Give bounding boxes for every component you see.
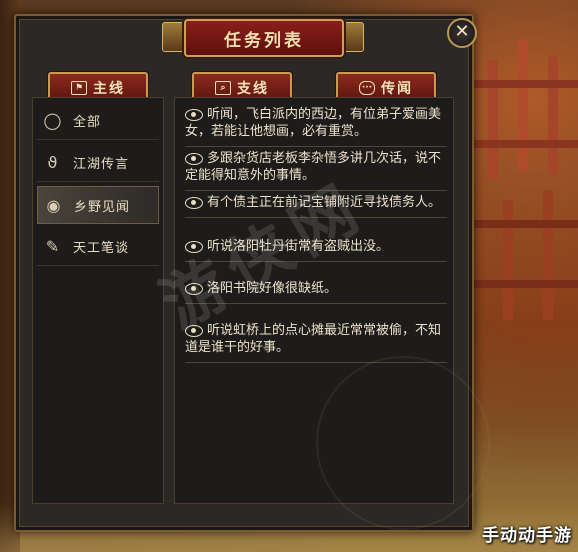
title-ornament-left xyxy=(162,22,186,52)
rumor-text: 听说虹桥上的点心摊最近常常被偷，不知道是谁干的好事。 xyxy=(185,323,442,355)
tab-label: 主线 xyxy=(93,81,125,97)
chat-bubble-icon: ◯ xyxy=(43,111,63,130)
title-plate: 任务列表 xyxy=(184,19,344,57)
tab-label: 支线 xyxy=(237,81,269,97)
category-item-all[interactable]: ◯ 全部 xyxy=(37,102,159,140)
rumor-text: 听说洛阳牡丹街常有盗贼出没。 xyxy=(207,239,390,254)
eye-icon xyxy=(185,240,203,253)
close-button[interactable]: ✕ xyxy=(447,18,477,48)
eye-icon xyxy=(185,152,203,165)
list-item[interactable]: 有个债主正在前记宝铺附近寻找债务人。 xyxy=(185,194,447,218)
brush-icon: ✎ xyxy=(45,237,61,256)
eye-icon xyxy=(185,108,203,121)
category-item-jianghu[interactable]: ϑ 江湖传言 xyxy=(37,144,159,182)
category-item-tiangong[interactable]: ✎ 天工笔谈 xyxy=(37,228,159,266)
quest-panel: 任务列表 ⚑ 主线 ⌕ 支线 ··· 传闻 ◯ 全部 ϑ 江湖传言 ◉ 乡野见闻… xyxy=(14,14,490,532)
flag-icon: ⚑ xyxy=(71,81,87,95)
category-label: 全部 xyxy=(73,115,102,130)
list-item[interactable]: 多跟杂货店老板李杂悟多讲几次话，说不定能得知意外的事情。 xyxy=(185,150,447,191)
tab-label: 传闻 xyxy=(381,81,413,97)
list-item[interactable]: 听闻，飞白派内的西边，有位弟子爱画美女，若能让他想画，必有重赏。 xyxy=(185,106,447,147)
category-label: 天工笔谈 xyxy=(73,241,130,256)
corner-logo: 手动动手游 xyxy=(482,526,572,546)
category-item-countryside[interactable]: ◉ 乡野见闻 xyxy=(37,186,159,224)
list-item[interactable]: 听说洛阳牡丹街常有盗贼出没。 xyxy=(185,238,447,262)
ear-icon: ϑ xyxy=(47,153,59,172)
rumor-text: 有个债主正在前记宝铺附近寻找债务人。 xyxy=(207,195,442,210)
category-label: 乡野见闻 xyxy=(74,199,131,215)
eye-icon xyxy=(185,196,203,209)
rumor-text: 多跟杂货店老板李杂悟多讲几次话，说不定能得知意外的事情。 xyxy=(185,151,442,183)
speech-icon: ··· xyxy=(359,81,375,95)
eye-icon: ◉ xyxy=(46,195,62,215)
category-list: ◯ 全部 ϑ 江湖传言 ◉ 乡野见闻 ✎ 天工笔谈 xyxy=(32,97,164,504)
rumor-text: 听闻，飞白派内的西边，有位弟子爱画美女，若能让他想画，必有重赏。 xyxy=(185,107,442,139)
panel-title: 任务列表 xyxy=(224,30,304,51)
search-icon: ⌕ xyxy=(215,81,231,95)
eye-icon xyxy=(185,324,203,337)
eye-icon xyxy=(185,282,203,295)
list-item[interactable]: 听说虹桥上的点心摊最近常常被偷，不知道是谁干的好事。 xyxy=(185,322,447,363)
rumor-text: 洛阳书院好像很缺纸。 xyxy=(207,281,338,296)
category-label: 江湖传言 xyxy=(73,157,130,172)
rumor-list: 听闻，飞白派内的西边，有位弟子爱画美女，若能让他想画，必有重赏。 多跟杂货店老板… xyxy=(174,97,454,504)
list-item[interactable]: 洛阳书院好像很缺纸。 xyxy=(185,280,447,304)
